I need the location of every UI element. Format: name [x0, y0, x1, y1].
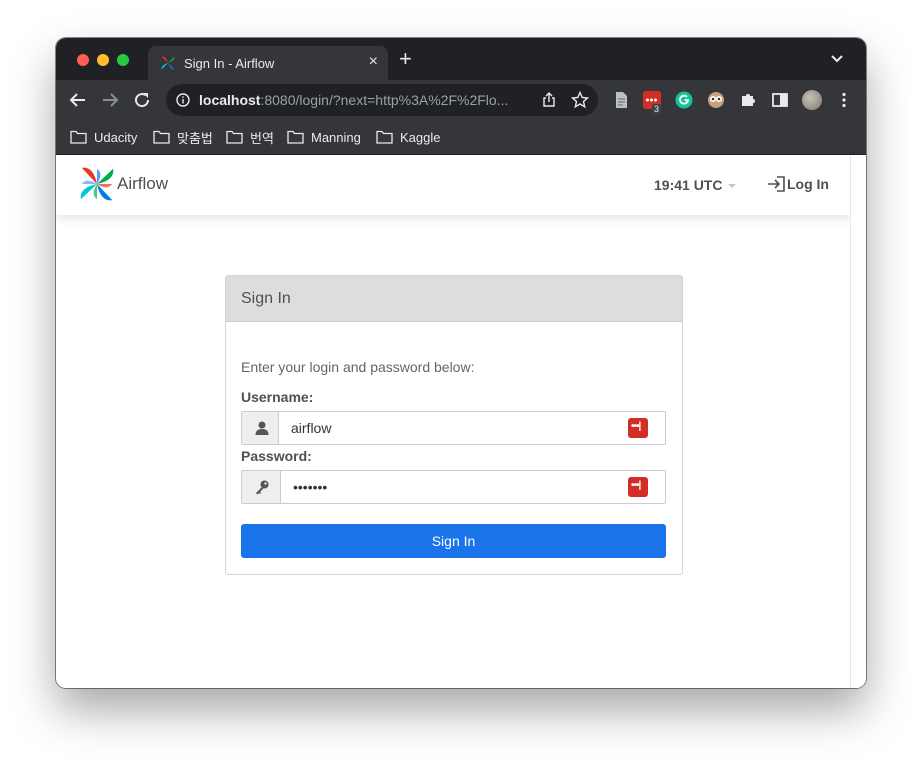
user-icon	[255, 421, 269, 435]
new-tab-button[interactable]: +	[399, 48, 412, 70]
tab-strip: Sign In - Airflow × +	[56, 38, 866, 80]
log-in-link[interactable]: Log In	[767, 175, 829, 193]
airflow-navbar: Airflow 19:41 UTC Log In	[56, 155, 851, 215]
folder-icon	[287, 130, 304, 144]
password-addon	[242, 471, 281, 503]
bookmark-label: 맞춤법	[177, 130, 213, 146]
back-icon[interactable]	[69, 91, 87, 109]
bookmark-label: Kaggle	[400, 129, 441, 145]
info-icon[interactable]	[176, 93, 190, 107]
folder-icon	[153, 130, 170, 144]
lastpass-icon[interactable]: •••|	[628, 477, 648, 497]
tab-close-icon[interactable]: ×	[369, 53, 378, 71]
scrollbar[interactable]	[850, 155, 866, 688]
login-instructions: Enter your login and password below:	[241, 359, 475, 375]
star-icon[interactable]	[571, 91, 589, 109]
bookmark-label: Udacity	[94, 129, 138, 145]
username-field[interactable]: airflow •••|	[241, 411, 666, 445]
bookmark-label: 번역	[250, 130, 274, 146]
folder-icon	[226, 130, 243, 144]
puzzle-icon[interactable]	[739, 91, 757, 109]
tab-title: Sign In - Airflow	[184, 56, 275, 71]
panel-header: Sign In	[226, 276, 682, 322]
tab-search-icon[interactable]	[830, 52, 844, 66]
bookmark-manning[interactable]: Manning	[287, 128, 361, 146]
folder-icon	[70, 130, 87, 144]
airflow-logo-icon	[80, 167, 114, 201]
airflow-favicon-icon	[161, 56, 175, 70]
bookmark-label: Manning	[311, 129, 361, 145]
password-field[interactable]: ••••••• •••|	[241, 470, 666, 504]
username-addon	[242, 412, 279, 444]
bookmark-translation[interactable]: 번역	[226, 128, 274, 146]
bookmark-udacity[interactable]: Udacity	[70, 128, 137, 146]
url-text: localhost:8080/login/?next=http%3A%2F%2F…	[199, 92, 509, 108]
bookmark-spelling[interactable]: 맞춤법	[153, 128, 213, 146]
grammarly-icon[interactable]	[675, 91, 693, 109]
password-value: •••••••	[293, 479, 328, 495]
panel-title: Sign In	[241, 290, 291, 307]
clock-dropdown[interactable]: 19:41 UTC	[654, 177, 722, 193]
browser-toolbar: localhost:8080/login/?next=http%3A%2F%2F…	[56, 80, 866, 120]
username-label: Username:	[241, 389, 314, 405]
close-window-button[interactable]	[77, 54, 89, 66]
menu-icon[interactable]	[835, 91, 853, 109]
key-icon	[256, 480, 269, 495]
address-bar[interactable]: localhost:8080/login/?next=http%3A%2F%2F…	[166, 84, 598, 116]
browser-window: Sign In - Airflow × + localhost:8080/log…	[56, 38, 866, 688]
login-icon	[768, 176, 785, 192]
brand-name: Airflow	[117, 174, 169, 193]
extension-owl-icon[interactable]	[707, 91, 725, 109]
sidepanel-icon[interactable]	[771, 91, 789, 109]
sign-in-panel: Sign In Enter your login and password be…	[225, 275, 683, 575]
extension-badge: 3	[652, 104, 662, 115]
reload-icon[interactable]	[133, 91, 151, 109]
brand-link[interactable]: Airflow	[78, 165, 168, 203]
forward-icon[interactable]	[101, 91, 119, 109]
lastpass-icon[interactable]: •••|	[628, 418, 648, 438]
minimize-window-button[interactable]	[97, 54, 109, 66]
password-label: Password:	[241, 448, 312, 464]
bookmark-kaggle[interactable]: Kaggle	[376, 128, 440, 146]
bookmarks-bar: Udacity 맞춤법 번역 Manning Kaggle	[56, 120, 866, 155]
folder-icon	[376, 130, 393, 144]
maximize-window-button[interactable]	[117, 54, 129, 66]
chevron-down-icon	[728, 184, 736, 188]
document-icon[interactable]	[612, 91, 630, 109]
tab-sign-in[interactable]: Sign In - Airflow ×	[148, 46, 388, 80]
log-in-label: Log In	[787, 176, 829, 192]
username-value: airflow	[291, 420, 332, 436]
sign-in-button[interactable]: Sign In	[241, 524, 666, 558]
share-icon[interactable]	[541, 92, 557, 108]
page-content: Airflow 19:41 UTC Log In Sign In Enter y…	[56, 155, 866, 688]
profile-avatar[interactable]	[802, 90, 822, 110]
